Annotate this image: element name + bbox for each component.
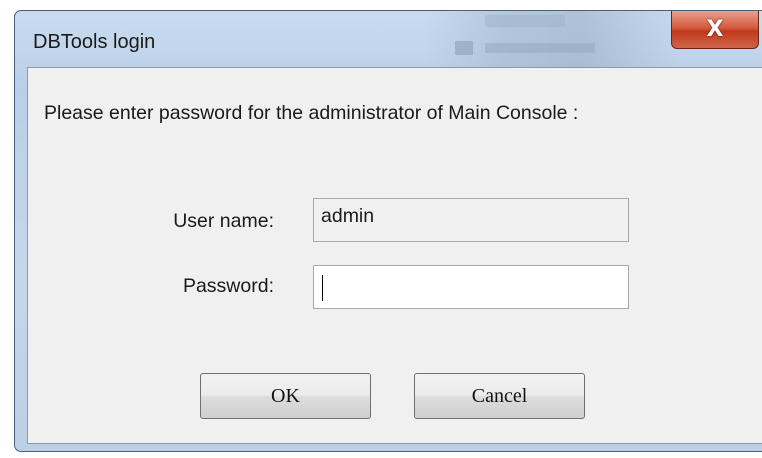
- prompt-text: Please enter password for the administra…: [44, 102, 579, 124]
- text-caret: [322, 275, 323, 301]
- password-field[interactable]: [313, 265, 629, 309]
- close-button[interactable]: X: [671, 11, 759, 49]
- window-title: DBTools login: [33, 31, 156, 53]
- username-label: User name:: [173, 210, 274, 232]
- cancel-button[interactable]: Cancel: [414, 373, 585, 419]
- password-label: Password:: [182, 275, 274, 297]
- close-icon: X: [706, 17, 724, 42]
- background-window-bleed: [425, 11, 685, 69]
- username-field[interactable]: admin: [313, 198, 629, 242]
- ok-button[interactable]: OK: [200, 373, 371, 419]
